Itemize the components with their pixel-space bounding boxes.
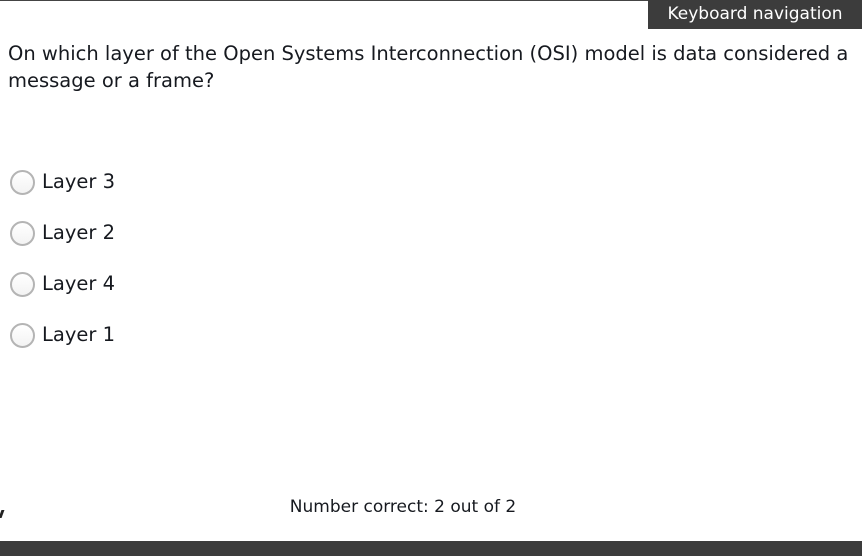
- radio-button[interactable]: [10, 271, 35, 297]
- question-text: On which layer of the Open Systems Inter…: [8, 42, 849, 92]
- radio-button[interactable]: [10, 322, 35, 348]
- option-label: Layer 1: [42, 323, 115, 346]
- option-layer-2[interactable]: Layer 2: [10, 219, 115, 247]
- option-label: Layer 4: [42, 272, 115, 295]
- keyboard-navigation-button[interactable]: Keyboard navigation: [648, 0, 862, 29]
- option-layer-3[interactable]: Layer 3: [10, 168, 115, 196]
- option-layer-1[interactable]: Layer 1: [10, 321, 115, 349]
- bottom-bar: [0, 541, 862, 556]
- quiz-page: Keyboard navigation On which layer of th…: [0, 0, 862, 556]
- option-label: Layer 2: [42, 221, 115, 244]
- answer-options: Layer 3 Layer 2 Layer 4 Layer 1: [10, 168, 115, 372]
- option-layer-4[interactable]: Layer 4: [10, 270, 115, 298]
- radio-button[interactable]: [10, 169, 35, 195]
- radio-button[interactable]: [10, 220, 35, 246]
- score-text: Number correct: 2 out of 2: [289, 497, 517, 517]
- option-label: Layer 3: [42, 170, 115, 193]
